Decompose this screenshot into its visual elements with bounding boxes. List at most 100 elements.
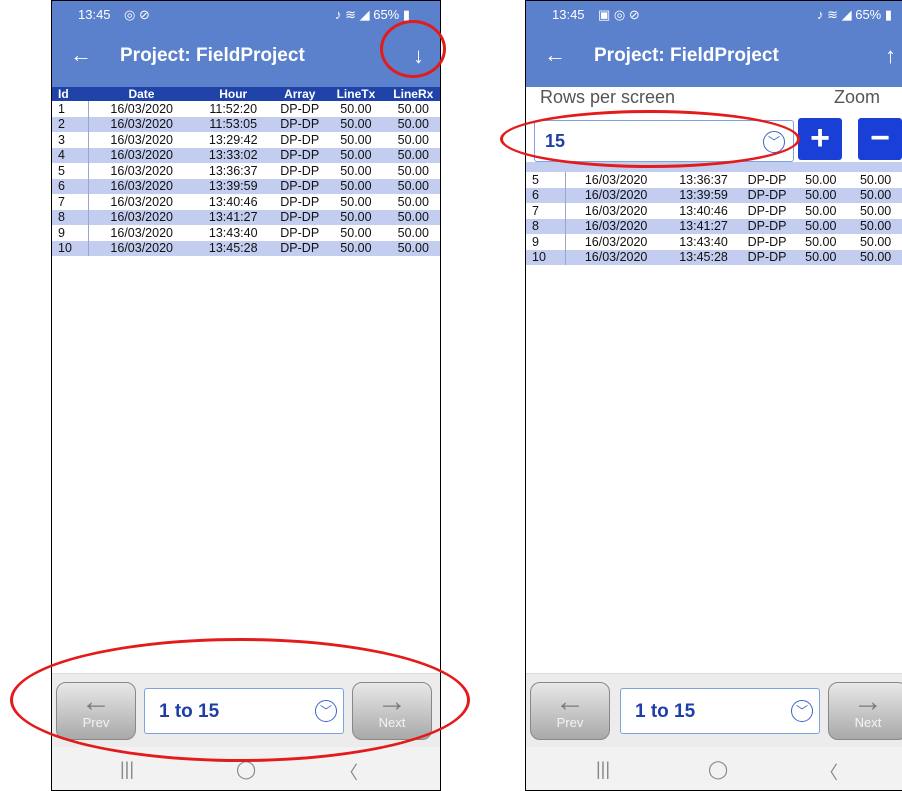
- cell-date: 16/03/2020: [110, 163, 173, 178]
- cell-linetx: 50.00: [805, 234, 837, 249]
- column-header-array[interactable]: Array: [272, 87, 328, 101]
- home-icon[interactable]: ◯: [708, 759, 728, 780]
- cell-linerx: 50.00: [848, 187, 902, 203]
- cell-linetx: 50.00: [327, 178, 385, 194]
- home-icon[interactable]: ◯: [236, 759, 256, 780]
- table-row[interactable]: 9 16/03/2020 13:43:40 DP-DP 50.00 50.00: [526, 234, 902, 250]
- table-row[interactable]: 4 16/03/2020 13:33:02 DP-DP 50.00 50.00: [52, 147, 440, 163]
- recents-icon[interactable]: |||: [596, 759, 610, 780]
- table-row[interactable]: 6 16/03/2020 13:39:59 DP-DP 50.00 50.00: [52, 178, 440, 194]
- cell-hour: 13:40:46: [679, 203, 728, 218]
- zoom-in-button[interactable]: +: [798, 118, 842, 160]
- page-range-select[interactable]: 1 to 15 ﹀: [620, 688, 820, 734]
- cell-linerx: 50.00: [848, 218, 902, 234]
- cell-array: DP-DP: [272, 147, 328, 163]
- cell-id: 10: [52, 240, 90, 256]
- cell-hour: 13:36:37: [679, 172, 728, 187]
- cell-linetx: 50.00: [340, 163, 372, 178]
- table-row[interactable]: 3 16/03/2020 13:29:42 DP-DP 50.00 50.00: [52, 132, 440, 148]
- column-header-linetx[interactable]: LineTx: [327, 87, 385, 101]
- app-bar: ← Project: FieldProject ↓: [52, 29, 440, 87]
- cell-id: 1: [52, 101, 90, 117]
- zoom-out-button[interactable]: −: [858, 118, 902, 160]
- rows-per-screen-select[interactable]: 15 ﹀: [534, 120, 794, 162]
- column-header-hour[interactable]: Hour: [194, 87, 273, 101]
- cell-linetx: 50.00: [340, 194, 372, 209]
- arrow-left-icon: ←: [81, 685, 111, 718]
- cell-linetx: 50.00: [793, 218, 849, 234]
- cell-linetx: 50.00: [805, 203, 837, 218]
- table-row[interactable]: 10 16/03/2020 13:45:28 DP-DP 50.00 50.00: [52, 240, 440, 256]
- cell-date: 16/03/2020: [110, 101, 173, 116]
- page-title: Project: FieldProject: [120, 45, 305, 66]
- cell-date: 16/03/2020: [565, 218, 667, 234]
- cell-hour: 13:45:28: [666, 249, 741, 265]
- recents-icon[interactable]: |||: [120, 759, 134, 780]
- chevron-down-icon: ﹀: [791, 700, 813, 722]
- column-header-id[interactable]: Id: [52, 87, 89, 101]
- cell-linetx: 50.00: [793, 187, 849, 203]
- prev-button[interactable]: ← Prev: [56, 682, 136, 740]
- cell-date: 16/03/2020: [565, 187, 667, 203]
- cell-array: DP-DP: [740, 218, 794, 234]
- status-time: 13:45: [78, 7, 111, 22]
- table-row[interactable]: 10 16/03/2020 13:45:28 DP-DP 50.00 50.00: [526, 249, 902, 265]
- cell-date: 16/03/2020: [565, 249, 667, 265]
- table-row[interactable]: 8 16/03/2020 13:41:27 DP-DP 50.00 50.00: [52, 209, 440, 225]
- clipped-table-row: [526, 162, 902, 172]
- prev-button[interactable]: ← Prev: [530, 682, 610, 740]
- pager-bar: ← Prev 1 to 15 ﹀ → Next: [52, 673, 440, 747]
- table-row[interactable]: 2 16/03/2020 11:53:05 DP-DP 50.00 50.00: [52, 116, 440, 132]
- table-row[interactable]: 5 16/03/2020 13:36:37 DP-DP 50.00 50.00: [526, 172, 902, 188]
- app-bar: ← Project: FieldProject ↑: [526, 29, 902, 87]
- cell-linerx: 50.00: [397, 163, 429, 178]
- cell-linetx: 50.00: [327, 240, 385, 256]
- column-header-date[interactable]: Date: [88, 87, 195, 101]
- cell-hour: 11:52:20: [209, 101, 258, 116]
- sort-up-icon[interactable]: ↑: [885, 43, 896, 69]
- nav-back-icon[interactable]: 〈: [820, 759, 838, 785]
- cell-array: DP-DP: [280, 225, 320, 240]
- back-arrow-icon[interactable]: ←: [70, 42, 92, 68]
- cell-date: 16/03/2020: [88, 209, 195, 225]
- table-row[interactable]: 7 16/03/2020 13:40:46 DP-DP 50.00 50.00: [526, 203, 902, 219]
- system-nav-bar: ||| ◯ 〈: [52, 747, 440, 790]
- cell-id: 10: [526, 249, 566, 265]
- table-row[interactable]: 7 16/03/2020 13:40:46 DP-DP 50.00 50.00: [52, 194, 440, 210]
- table-row[interactable]: 9 16/03/2020 13:43:40 DP-DP 50.00 50.00: [52, 225, 440, 241]
- status-bar: 13:45 ◎ ⊘ ♪ ≋ ◢ 65% ▮: [52, 1, 440, 29]
- page-range-select[interactable]: 1 to 15 ﹀: [144, 688, 344, 734]
- nav-back-icon[interactable]: 〈: [340, 759, 358, 785]
- table-row[interactable]: 8 16/03/2020 13:41:27 DP-DP 50.00 50.00: [526, 218, 902, 234]
- cell-date: 16/03/2020: [584, 203, 648, 218]
- phone-screen-left: 13:45 ◎ ⊘ ♪ ≋ ◢ 65% ▮ ← Project: FieldPr…: [51, 0, 441, 791]
- cell-linerx: 50.00: [859, 234, 892, 249]
- status-icons-right: ♪ ≋ ◢ 65% ▮: [334, 7, 410, 22]
- status-time: 13:45: [552, 7, 585, 22]
- next-button[interactable]: → Next: [828, 682, 902, 740]
- cell-linerx: 50.00: [384, 178, 440, 194]
- cell-linetx: 50.00: [327, 209, 385, 225]
- cell-array: DP-DP: [280, 194, 320, 209]
- sort-down-icon[interactable]: ↓: [413, 43, 424, 69]
- cell-id: 5: [52, 163, 90, 179]
- cell-hour: 13:29:42: [208, 132, 258, 147]
- table-row[interactable]: 5 16/03/2020 13:36:37 DP-DP 50.00 50.00: [52, 163, 440, 179]
- cell-date: 16/03/2020: [584, 172, 648, 187]
- measurements-table: 5 16/03/2020 13:36:37 DP-DP 50.00 50.00 6 16/03…: [526, 172, 902, 265]
- cell-array: DP-DP: [747, 172, 787, 187]
- cell-hour: 13:43:40: [208, 225, 258, 240]
- cell-hour: 11:53:05: [194, 116, 273, 132]
- cell-linerx: 50.00: [859, 203, 892, 218]
- cell-id: 7: [52, 194, 90, 210]
- cell-array: DP-DP: [272, 240, 328, 256]
- cell-id: 6: [526, 187, 566, 203]
- cell-date: 16/03/2020: [88, 147, 195, 163]
- next-button[interactable]: → Next: [352, 682, 432, 740]
- cell-id: 9: [526, 234, 566, 250]
- back-arrow-icon[interactable]: ←: [544, 42, 566, 68]
- table-row[interactable]: 6 16/03/2020 13:39:59 DP-DP 50.00 50.00: [526, 187, 902, 203]
- table-row[interactable]: 1 16/03/2020 11:52:20 DP-DP 50.00 50.00: [52, 101, 440, 117]
- cell-linerx: 50.00: [384, 240, 440, 256]
- column-header-linerx[interactable]: LineRx: [384, 87, 440, 101]
